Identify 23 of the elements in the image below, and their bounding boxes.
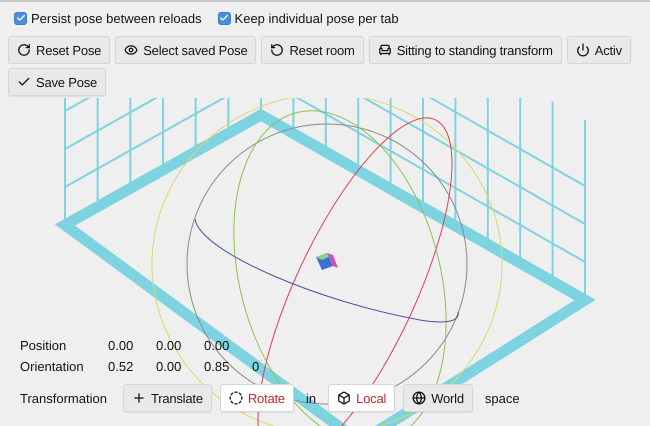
value-text: 0.00 [108,338,134,353]
mode-toggle-button[interactable]: Translate [122,384,212,412]
checkbox-label: Persist pose between reloads [31,10,202,26]
row-label: Transformation [20,390,107,406]
row-label: Orientation [20,359,85,374]
action-button[interactable]: Save Pose [8,68,106,96]
value-text: 0 [252,359,260,374]
action-button[interactable]: Activ [566,36,631,64]
action-button[interactable]: Reset Pose [8,36,110,64]
mode-toggle-button[interactable]: Rotate [220,384,294,412]
row-label: Position [20,338,68,353]
checkbox-label: Keep individual pose per tab [234,10,399,26]
suffix-text: space [484,390,520,406]
action-button[interactable]: Sitting to standing transform [368,36,562,64]
value-text: 0.85 [204,359,230,374]
space-toggle-button[interactable]: Local [328,384,396,412]
connector-text: in [306,390,316,406]
value-text: 0.52 [108,359,134,374]
space-toggle-button[interactable]: World [403,384,473,412]
value-text: 0.00 [156,359,182,374]
action-button[interactable]: Reset room [261,36,364,64]
action-button[interactable]: Select saved Pose [115,36,256,64]
value-text: 0.00 [204,338,230,353]
